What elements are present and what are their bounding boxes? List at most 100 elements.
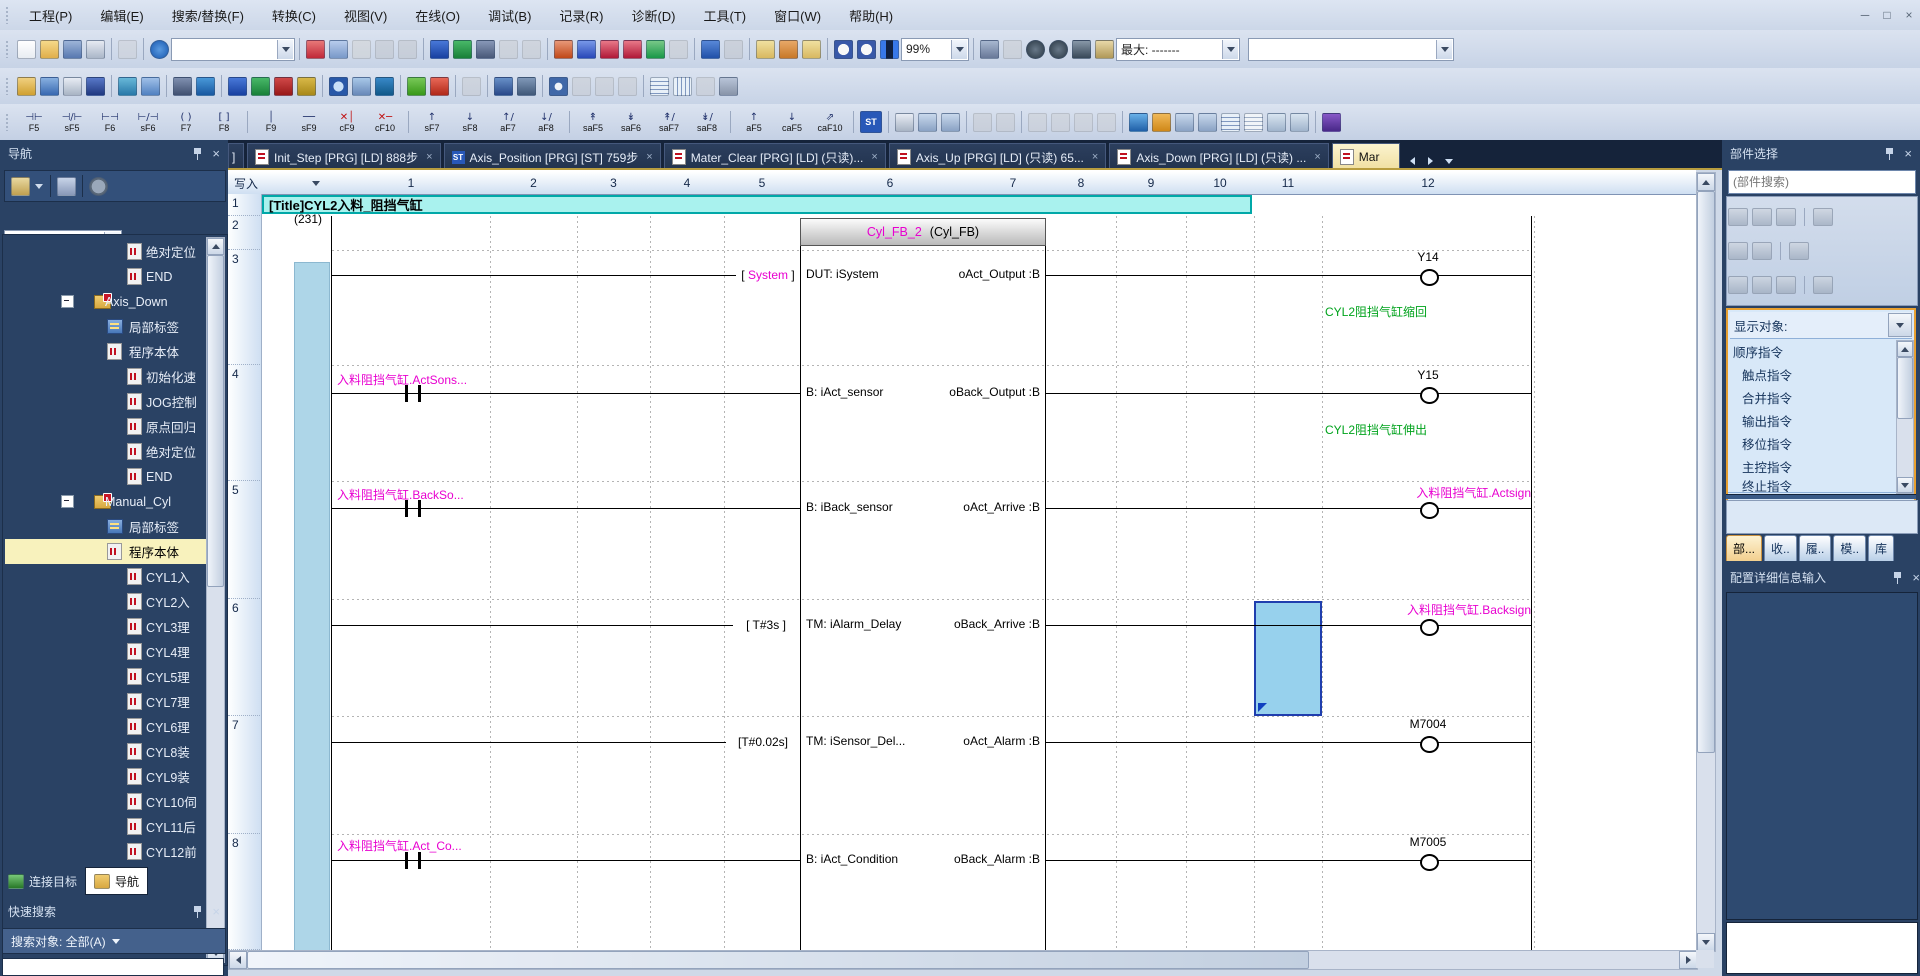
export-icon[interactable]: [1813, 276, 1833, 294]
plc-transfer-icon[interactable]: [1072, 40, 1091, 59]
new-project-icon[interactable]: [17, 40, 36, 59]
tree-item[interactable]: CYL5理: [5, 664, 207, 689]
pulse-open-contact-button[interactable]: ↑sF7: [414, 106, 450, 139]
search-scope-button[interactable]: 搜索对象: 全部(A): [2, 928, 226, 954]
docking-window-icon[interactable]: [86, 77, 105, 96]
tab-partial[interactable]: ]: [228, 143, 244, 170]
register-table-icon[interactable]: [1813, 208, 1833, 226]
tab-library[interactable]: 库: [1868, 535, 1894, 561]
tree-item[interactable]: CYL9装: [5, 764, 207, 789]
watch-combobox[interactable]: [1248, 38, 1454, 61]
pin-icon[interactable]: [193, 147, 202, 160]
tree-item-selected[interactable]: 程序本体: [5, 539, 207, 564]
insert-row-icon[interactable]: [973, 113, 992, 132]
invert-result-button[interactable]: ⇗caF10: [812, 106, 848, 139]
pulse-ndet-contact-button[interactable]: ↟saF5: [575, 106, 611, 139]
device-diff-icon[interactable]: [499, 40, 518, 59]
tab-close-icon[interactable]: ×: [1314, 151, 1320, 163]
write-mode-icon[interactable]: [1097, 113, 1116, 132]
device-merge-icon[interactable]: [522, 40, 541, 59]
menu-window[interactable]: 窗口(W): [760, 0, 835, 30]
find-previous-icon[interactable]: [1728, 208, 1748, 226]
tree-item[interactable]: CYL1入: [5, 564, 207, 589]
tree-item[interactable]: 绝对定位: [5, 239, 207, 264]
tree-item[interactable]: CYL4理: [5, 639, 207, 664]
upload-icon[interactable]: [577, 40, 596, 59]
table-icon[interactable]: [696, 77, 715, 96]
menu-search-replace[interactable]: 搜索/替换(F): [158, 0, 258, 30]
output-window-icon[interactable]: [63, 77, 82, 96]
statement-list-icon[interactable]: [1221, 113, 1240, 132]
fit-width-icon[interactable]: [880, 40, 899, 59]
align-row-icon[interactable]: [650, 77, 669, 96]
tab-favorites[interactable]: 收..: [1764, 535, 1797, 561]
fb-instance-icon[interactable]: [1322, 113, 1341, 132]
closed-contact-button[interactable]: ⊣/⊢sF5: [54, 106, 90, 139]
tree-item[interactable]: 局部标签: [5, 314, 207, 339]
list-view-icon[interactable]: [352, 77, 371, 96]
monitor-mode-icon[interactable]: [980, 40, 999, 59]
help-icon[interactable]: [150, 40, 169, 59]
coil-y14[interactable]: [1420, 269, 1439, 286]
parts-list-item[interactable]: 移位指令: [1728, 432, 1896, 456]
binocular-icon[interactable]: [517, 77, 536, 96]
toolbar-grip[interactable]: [5, 6, 10, 24]
rung-title-row[interactable]: [Title]CYL2入料_阻挡气缸: [262, 195, 1252, 214]
menu-project[interactable]: 工程(P): [15, 0, 86, 30]
coil-y15[interactable]: [1420, 387, 1439, 404]
jump-back-icon[interactable]: [1198, 113, 1217, 132]
tree-item[interactable]: 初始化速: [5, 364, 207, 389]
note-display-icon[interactable]: [802, 40, 821, 59]
device-comment-icon[interactable]: [173, 77, 192, 96]
tree-item[interactable]: CYL11后: [5, 814, 207, 839]
parts-list-item[interactable]: 触点指令: [1728, 363, 1896, 387]
parts-splitter[interactable]: [1726, 494, 1916, 499]
statement-display-icon[interactable]: [779, 40, 798, 59]
tab-module[interactable]: 模..: [1833, 535, 1866, 561]
cut-icon[interactable]: [306, 40, 325, 59]
coil-m7005[interactable]: [1420, 854, 1439, 871]
parameter-icon[interactable]: [462, 77, 481, 96]
parts-search-input[interactable]: [1728, 170, 1916, 194]
zoom-in-icon[interactable]: [834, 40, 853, 59]
pulse-closed-branch-button[interactable]: ↓/aF8: [528, 106, 564, 139]
pulse-ndet-branch-button[interactable]: ↟/saF7: [651, 106, 687, 139]
paste-part-icon[interactable]: [1789, 242, 1809, 260]
device-read-icon[interactable]: [453, 40, 472, 59]
closed-branch-button[interactable]: ⊢/⊣sF6: [130, 106, 166, 139]
menu-tools[interactable]: 工具(T): [690, 0, 761, 30]
tab-close-icon[interactable]: ×: [426, 151, 432, 163]
print-icon[interactable]: [86, 40, 105, 59]
coil-backsign[interactable]: [1420, 619, 1439, 636]
menu-edit[interactable]: 编辑(E): [86, 0, 157, 30]
pin-icon[interactable]: [1885, 147, 1894, 160]
paste-icon[interactable]: [352, 40, 371, 59]
tab-parts[interactable]: 部...: [1726, 535, 1762, 561]
project-tree-icon[interactable]: [17, 77, 36, 96]
delete-icon[interactable]: [1776, 276, 1796, 294]
close-icon[interactable]: ×: [212, 147, 220, 160]
tree-item-folder[interactable]: Axis_Down: [5, 289, 207, 314]
library-icon[interactable]: [375, 77, 394, 96]
tree-item[interactable]: END: [5, 464, 207, 489]
tab-axis-down[interactable]: Axis_Down [PRG] [LD] (只读) ...×: [1109, 143, 1328, 170]
parts-list-item[interactable]: 输出指令: [1728, 409, 1896, 433]
pin-icon[interactable]: [1893, 571, 1902, 584]
tab-mater-clear[interactable]: Mater_Clear [PRG] [LD] (只读)...×: [664, 143, 886, 170]
device-write-icon[interactable]: [430, 40, 449, 59]
window-close-button[interactable]: ×: [1898, 6, 1920, 24]
parts-list-item[interactable]: 主控指令: [1728, 455, 1896, 479]
function-block-header[interactable]: Cyl_FB_2 (Cyl_FB): [800, 218, 1046, 246]
tree-item[interactable]: 绝对定位: [5, 439, 207, 464]
device-test-icon[interactable]: [1152, 113, 1171, 132]
operand-t002s[interactable]: [T#0.02s]: [726, 735, 800, 749]
config-panel-input-area[interactable]: [1726, 922, 1918, 974]
watch-icon[interactable]: [1095, 40, 1114, 59]
open-contact-button[interactable]: ⊣⊢F5: [16, 106, 52, 139]
contact-bar[interactable]: [418, 852, 421, 869]
falling-edge-button[interactable]: ↓caF5: [774, 106, 810, 139]
align-col-icon[interactable]: [673, 77, 692, 96]
max-combobox[interactable]: 最大: -------: [1116, 38, 1240, 61]
parts-list-item[interactable]: 合并指令: [1728, 386, 1896, 410]
edit-mode-dropdown[interactable]: [300, 172, 333, 195]
